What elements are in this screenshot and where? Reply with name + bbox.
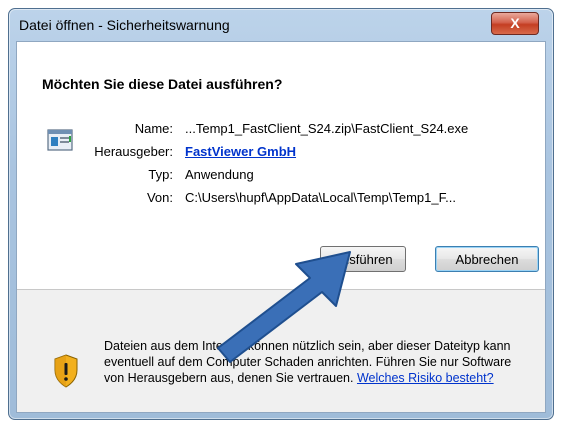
cancel-button[interactable]: Abbrechen (435, 246, 539, 272)
publisher-link[interactable]: FastViewer GmbH (185, 144, 296, 159)
field-label: Herausgeber: (94, 144, 173, 159)
risk-help-link[interactable]: Welches Risiko besteht? (357, 371, 494, 385)
field-label: Von: (146, 190, 173, 205)
field-row-publisher: Herausgeber: FastViewer GmbH (17, 144, 545, 166)
window-title: Datei öffnen - Sicherheitswarnung (19, 17, 230, 33)
close-button[interactable]: X (491, 12, 539, 35)
field-label: Name: (134, 121, 173, 136)
field-label: Typ: (148, 167, 173, 182)
warning-shield-icon (54, 354, 78, 388)
dialog-question: Möchten Sie diese Datei ausführen? (42, 76, 283, 92)
field-value: C:\Users\hupf\AppData\Local\Temp\Temp1_F… (185, 190, 456, 205)
field-row-from: Von: C:\Users\hupf\AppData\Local\Temp\Te… (17, 190, 545, 212)
field-value: ...Temp1_FastClient_S24.zip\FastClient_S… (185, 121, 469, 136)
field-value: Anwendung (185, 167, 254, 182)
pointer-arrow-annotation (217, 251, 351, 363)
field-row-type: Typ: Anwendung (17, 167, 545, 189)
field-row-name: Name: ...Temp1_FastClient_S24.zip\FastCl… (17, 121, 545, 143)
